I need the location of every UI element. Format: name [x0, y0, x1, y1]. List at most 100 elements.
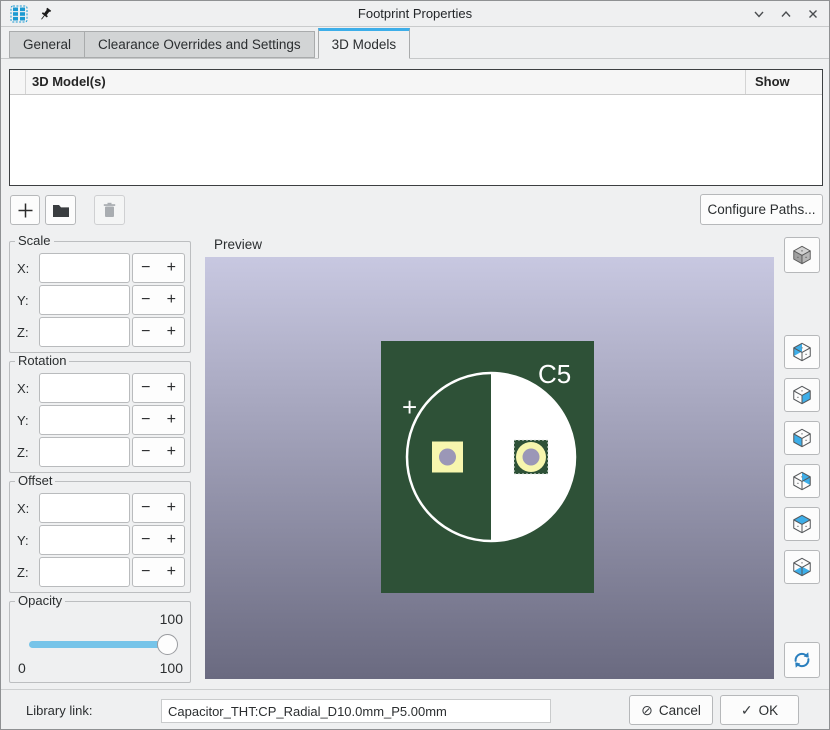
view-left-icon [791, 427, 813, 449]
library-link-field[interactable] [161, 699, 551, 723]
rotation-x-input[interactable] [39, 373, 130, 403]
offset-legend: Offset [15, 473, 55, 488]
increment-button[interactable]: + [159, 494, 185, 522]
rotation-x-stepper: −+ [132, 373, 185, 403]
rotation-legend: Rotation [15, 353, 69, 368]
offset-y-input[interactable] [39, 525, 130, 555]
tab-bar: General Clearance Overrides and Settings… [1, 27, 829, 59]
tab-general[interactable]: General [9, 31, 85, 58]
cancel-button[interactable]: ⊘ Cancel [629, 695, 713, 725]
offset-x-label: X: [17, 501, 39, 516]
scale-x-input[interactable] [39, 253, 130, 283]
ok-label: OK [759, 703, 779, 718]
view-bottom-button[interactable] [784, 550, 820, 584]
footprint-properties-dialog: Footprint Properties General Clearance O… [0, 0, 830, 730]
increment-button[interactable]: + [159, 254, 185, 282]
trash-icon [102, 202, 117, 218]
scale-group: Scale X: −+ Y: −+ Z: −+ [9, 241, 191, 353]
library-link-label: Library link: [26, 703, 92, 718]
plus-icon [17, 202, 34, 219]
decrement-button[interactable]: − [133, 438, 159, 466]
preview-label: Preview [214, 237, 262, 252]
decrement-button[interactable]: − [133, 286, 159, 314]
rotation-z-input[interactable] [39, 437, 130, 467]
offset-z-stepper: −+ [132, 557, 185, 587]
rotation-z-stepper: −+ [132, 437, 185, 467]
decrement-button[interactable]: − [133, 406, 159, 434]
browse-model-button[interactable] [45, 195, 76, 225]
add-model-button[interactable] [10, 195, 40, 225]
configure-paths-button[interactable]: Configure Paths... [700, 194, 823, 225]
tab-3d-models[interactable]: 3D Models [318, 28, 411, 59]
offset-z-input[interactable] [39, 557, 130, 587]
view-top-button[interactable] [784, 507, 820, 541]
rotation-y-label: Y: [17, 413, 39, 428]
offset-y-stepper: −+ [132, 525, 185, 555]
increment-button[interactable]: + [159, 374, 185, 402]
maximize-button[interactable] [778, 6, 794, 22]
models-table-body[interactable] [10, 95, 822, 185]
ok-button[interactable]: ✓ OK [720, 695, 799, 725]
tab-clearance-overrides[interactable]: Clearance Overrides and Settings [84, 31, 315, 58]
delete-model-button[interactable] [94, 195, 125, 225]
decrement-button[interactable]: − [133, 526, 159, 554]
rotation-y-input[interactable] [39, 405, 130, 435]
view-top-icon [791, 513, 813, 535]
column-header-models: 3D Model(s) [26, 70, 746, 94]
offset-z-label: Z: [17, 565, 39, 580]
preview-3d-viewport[interactable]: C5 + [205, 257, 774, 679]
chevron-down-icon [752, 7, 766, 21]
offset-group: Offset X: −+ Y: −+ Z: −+ [9, 481, 191, 593]
close-button[interactable] [805, 6, 821, 22]
scale-z-input[interactable] [39, 317, 130, 347]
rotation-group: Rotation X: −+ Y: −+ Z: −+ [9, 361, 191, 473]
titlebar: Footprint Properties [1, 1, 829, 27]
opacity-min-label: 0 [18, 660, 26, 676]
view-front-button[interactable] [784, 464, 820, 498]
view-back-button[interactable] [784, 335, 820, 369]
increment-button[interactable]: + [159, 526, 185, 554]
column-header-show: Show [746, 70, 822, 94]
footer-divider [1, 689, 829, 690]
scale-z-stepper: −+ [132, 317, 185, 347]
decrement-button[interactable]: − [133, 374, 159, 402]
scale-x-stepper: −+ [132, 253, 185, 283]
decrement-button[interactable]: − [133, 254, 159, 282]
view-right-button[interactable] [784, 378, 820, 412]
pad-1-drill [439, 449, 456, 466]
increment-button[interactable]: + [159, 318, 185, 346]
chevron-up-icon [779, 7, 793, 21]
scale-y-label: Y: [17, 293, 39, 308]
models-table: 3D Model(s) Show [9, 69, 823, 186]
view-front-icon [791, 470, 813, 492]
table-corner-cell [10, 70, 26, 94]
opacity-slider[interactable] [29, 634, 174, 655]
increment-button[interactable]: + [159, 286, 185, 314]
window-title: Footprint Properties [1, 1, 829, 27]
view-left-button[interactable] [784, 421, 820, 455]
rotation-y-stepper: −+ [132, 405, 185, 435]
increment-button[interactable]: + [159, 406, 185, 434]
offset-y-label: Y: [17, 533, 39, 548]
refresh-icon [791, 649, 813, 671]
polarity-mark: + [402, 392, 417, 422]
footprint-render: C5 + [381, 341, 594, 593]
decrement-button[interactable]: − [133, 494, 159, 522]
increment-button[interactable]: + [159, 558, 185, 586]
offset-x-input[interactable] [39, 493, 130, 523]
offset-x-stepper: −+ [132, 493, 185, 523]
slider-handle[interactable] [157, 634, 178, 655]
scale-y-input[interactable] [39, 285, 130, 315]
orthographic-projection-button[interactable] [784, 237, 820, 273]
decrement-button[interactable]: − [133, 558, 159, 586]
folder-icon [52, 203, 70, 218]
scale-x-label: X: [17, 261, 39, 276]
increment-button[interactable]: + [159, 438, 185, 466]
slider-track[interactable] [29, 641, 172, 648]
opacity-legend: Opacity [15, 593, 65, 608]
view-bottom-icon [791, 556, 813, 578]
reload-preview-button[interactable] [784, 642, 820, 678]
decrement-button[interactable]: − [133, 318, 159, 346]
minimize-button[interactable] [751, 6, 767, 22]
ok-icon: ✓ [741, 702, 753, 719]
